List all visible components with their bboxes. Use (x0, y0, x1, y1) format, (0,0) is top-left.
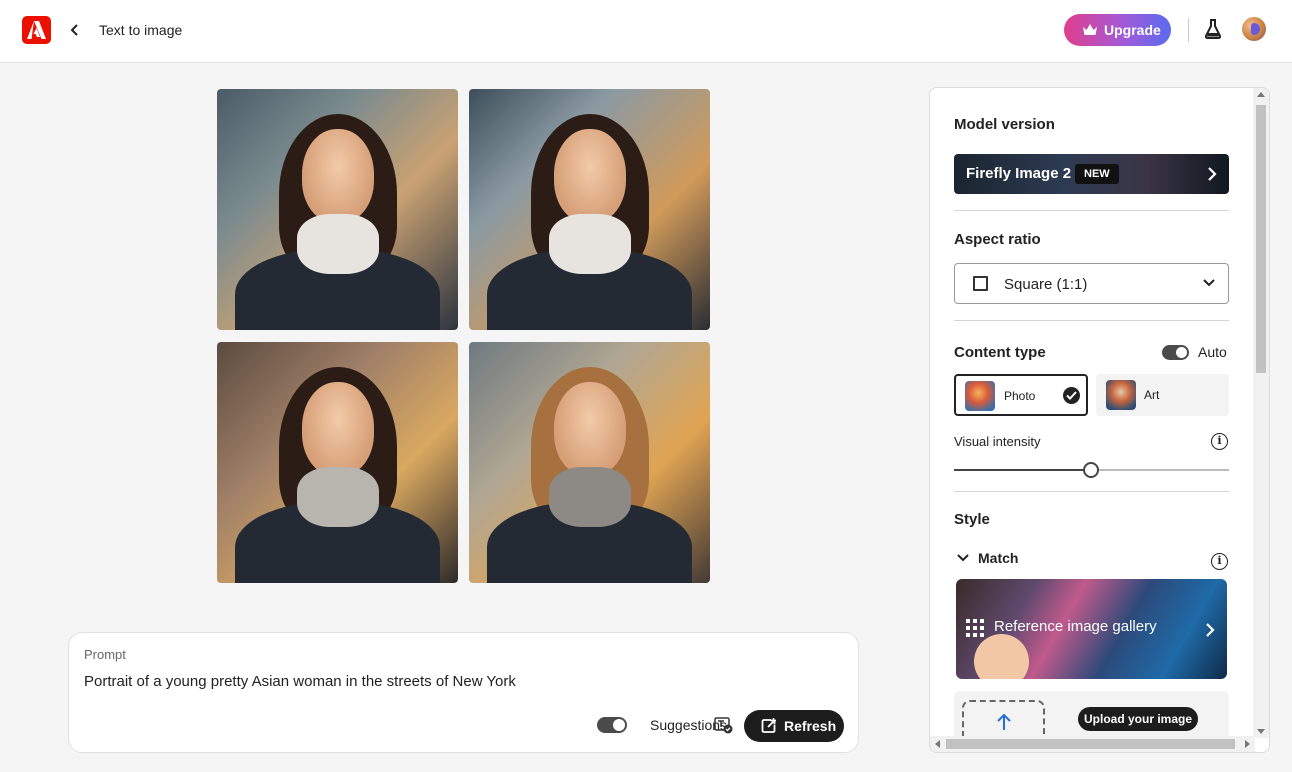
refresh-icon (761, 718, 776, 733)
scrollbar-thumb[interactable] (946, 739, 1235, 749)
suggestions-toggle[interactable] (597, 717, 627, 733)
grid-icon (966, 619, 984, 637)
generated-image-4[interactable] (469, 342, 710, 583)
photo-label: Photo (1004, 389, 1036, 403)
crown-icon (1083, 24, 1097, 35)
upload-image-button[interactable]: Upload your image (1078, 707, 1198, 731)
vertical-scrollbar[interactable] (1253, 88, 1269, 738)
scroll-up-icon[interactable] (1257, 92, 1265, 97)
art-label: Art (1144, 388, 1160, 402)
upgrade-label: Upgrade (1104, 22, 1161, 38)
back-button[interactable] (66, 20, 84, 40)
prompt-input[interactable]: Portrait of a young pretty Asian woman i… (84, 673, 516, 690)
beaker-icon (1204, 19, 1222, 39)
auto-label: Auto (1198, 344, 1227, 360)
suggestions-settings-button[interactable] (714, 717, 733, 739)
aspect-ratio-title: Aspect ratio (954, 231, 1041, 248)
settings-panel: Model version Firefly Image 2 NEW Aspect… (929, 87, 1270, 753)
scroll-right-icon[interactable] (1245, 740, 1250, 748)
refresh-button[interactable]: Refresh (744, 710, 844, 742)
aspect-ratio-dropdown[interactable]: Square (1:1) (954, 263, 1229, 304)
model-name: Firefly Image 2 (966, 165, 1072, 182)
generated-image-1[interactable] (217, 89, 458, 330)
divider (954, 210, 1229, 211)
generated-image-2[interactable] (469, 89, 710, 330)
model-version-title: Model version (954, 116, 1055, 133)
gallery-preview-image (974, 634, 1029, 679)
prompt-label: Prompt (84, 647, 126, 662)
refresh-label: Refresh (784, 718, 837, 734)
aspect-ratio-value: Square (1:1) (1004, 276, 1088, 293)
header-divider (1188, 18, 1189, 42)
photo-thumbnail (965, 381, 995, 411)
horizontal-scrollbar[interactable] (930, 736, 1255, 752)
chevron-left-icon (70, 24, 78, 36)
slider-track[interactable] (1098, 469, 1229, 471)
scrollbar-thumb[interactable] (1256, 105, 1266, 373)
art-thumbnail (1106, 380, 1136, 410)
page-title: Text to image (99, 22, 183, 38)
chevron-right-icon (1206, 623, 1215, 637)
reference-image-gallery-button[interactable]: Reference image gallery (956, 579, 1227, 679)
match-section-toggle[interactable]: Match (978, 550, 1018, 566)
upload-icon (997, 713, 1011, 730)
divider (954, 320, 1229, 321)
visual-intensity-slider[interactable] (1083, 462, 1099, 478)
checkmark-icon (1063, 387, 1080, 404)
style-title: Style (954, 511, 990, 528)
top-bar: Text to image Upgrade (0, 0, 1292, 63)
auto-toggle[interactable] (1162, 345, 1189, 360)
divider (954, 491, 1229, 492)
gallery-label: Reference image gallery (994, 618, 1157, 635)
chevron-right-icon (1208, 167, 1217, 181)
content-type-art[interactable]: Art (1096, 374, 1229, 416)
new-badge: NEW (1075, 164, 1119, 184)
visual-intensity-label: Visual intensity (954, 434, 1041, 449)
upgrade-button[interactable]: Upgrade (1064, 14, 1171, 46)
scroll-left-icon[interactable] (935, 740, 940, 748)
info-icon[interactable]: i (1211, 433, 1228, 450)
model-version-selector[interactable]: Firefly Image 2 NEW (954, 154, 1229, 194)
avatar[interactable] (1242, 17, 1266, 41)
content-type-photo[interactable]: Photo (954, 374, 1088, 416)
chevron-down-icon (1203, 279, 1215, 287)
text-check-icon (714, 717, 733, 734)
info-icon[interactable]: i (1211, 553, 1228, 570)
labs-button[interactable] (1204, 19, 1222, 44)
scroll-down-icon[interactable] (1257, 729, 1265, 734)
adobe-logo-icon[interactable] (22, 16, 51, 44)
square-icon (973, 276, 988, 291)
chevron-down-icon[interactable] (956, 552, 970, 564)
slider-track-filled (954, 469, 1084, 471)
content-type-title: Content type (954, 344, 1046, 361)
prompt-panel: Prompt Portrait of a young pretty Asian … (68, 632, 859, 753)
generated-image-3[interactable] (217, 342, 458, 583)
